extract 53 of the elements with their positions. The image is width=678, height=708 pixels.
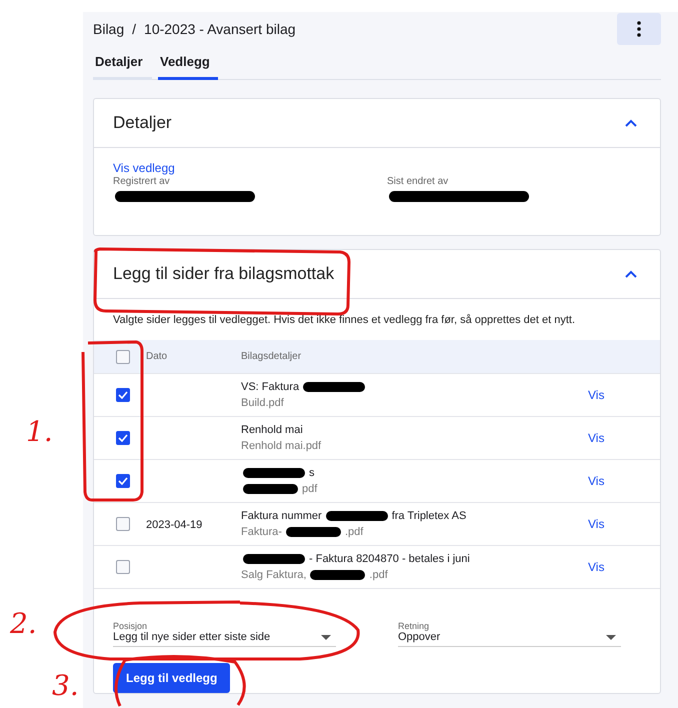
document-title: - Faktura 8204870 - betales i juni <box>309 553 470 565</box>
more-button[interactable] <box>617 12 661 44</box>
document-title: s <box>309 467 314 479</box>
file-name: Faktura- <box>241 526 282 538</box>
document-title: fra Tripletex AS <box>392 510 466 522</box>
dropdown-field[interactable]: Retning Oppover <box>398 621 621 647</box>
more-icon <box>637 20 641 36</box>
dropdown-arrow-icon <box>606 634 616 640</box>
chevron-up-icon[interactable] <box>625 270 637 278</box>
chevron-up-icon[interactable] <box>625 119 637 127</box>
file-name: pdf <box>302 483 318 495</box>
page-title: 10-2023 - Avansert bilag <box>144 20 296 36</box>
date-cell: 2023-04-19 <box>146 519 202 531</box>
file-name: Build.pdf <box>241 397 284 409</box>
description-text: Valgte sider legges til vedlegget. Hvis det ikke finnes et vedlegg fra før, så opprettes det et nytt. <box>112 313 576 328</box>
document-title: VS: Faktura <box>241 381 300 393</box>
breadcrumb-link[interactable]: Bilag <box>93 20 124 36</box>
view-link[interactable]: Vis <box>588 517 604 531</box>
annotation-number: 3. <box>52 672 79 700</box>
file-name: .pdf <box>344 526 364 538</box>
view-attachment-link[interactable]: Vis vedlegg <box>113 161 175 175</box>
view-link[interactable]: Vis <box>588 474 604 488</box>
checkbox[interactable] <box>116 474 130 488</box>
checkbox[interactable] <box>116 560 130 574</box>
check-icon <box>118 477 128 485</box>
checkbox[interactable] <box>116 350 130 364</box>
tab[interactable]: Vedlegg <box>158 54 218 80</box>
checkbox[interactable] <box>116 431 130 445</box>
check-icon <box>118 391 128 399</box>
view-link[interactable]: Vis <box>588 431 604 445</box>
field-label: Registrert av <box>113 176 171 187</box>
column-header: Dato <box>146 351 168 362</box>
file-name: Salg Faktura, <box>241 569 306 581</box>
annotation-number: 1. <box>26 418 53 446</box>
checkbox[interactable] <box>116 388 130 402</box>
file-name: .pdf <box>369 569 388 581</box>
dropdown-arrow-icon <box>321 634 331 640</box>
annotation-number: 2. <box>10 610 37 638</box>
card-title: Legg til sider fra bilagsmottak <box>113 264 334 284</box>
dropdown-field[interactable]: Posisjon Legg til nye sider etter siste side <box>113 621 336 647</box>
column-header: Bilagsdetaljer <box>241 351 302 362</box>
field-label: Sist endret av <box>387 176 450 187</box>
document-title: Faktura nummer <box>241 510 322 522</box>
add-attachment-button[interactable]: Legg til vedlegg <box>113 663 230 693</box>
view-link[interactable]: Vis <box>588 560 604 574</box>
card-title: Detaljer <box>113 113 172 133</box>
document-title: Renhold mai <box>241 424 303 436</box>
view-link[interactable]: Vis <box>588 388 604 402</box>
tab[interactable]: Detaljer <box>93 54 152 80</box>
checkbox[interactable] <box>116 517 130 531</box>
breadcrumb-separator: / <box>132 20 136 36</box>
file-name: Renhold mai.pdf <box>241 440 322 452</box>
check-icon <box>118 434 128 442</box>
